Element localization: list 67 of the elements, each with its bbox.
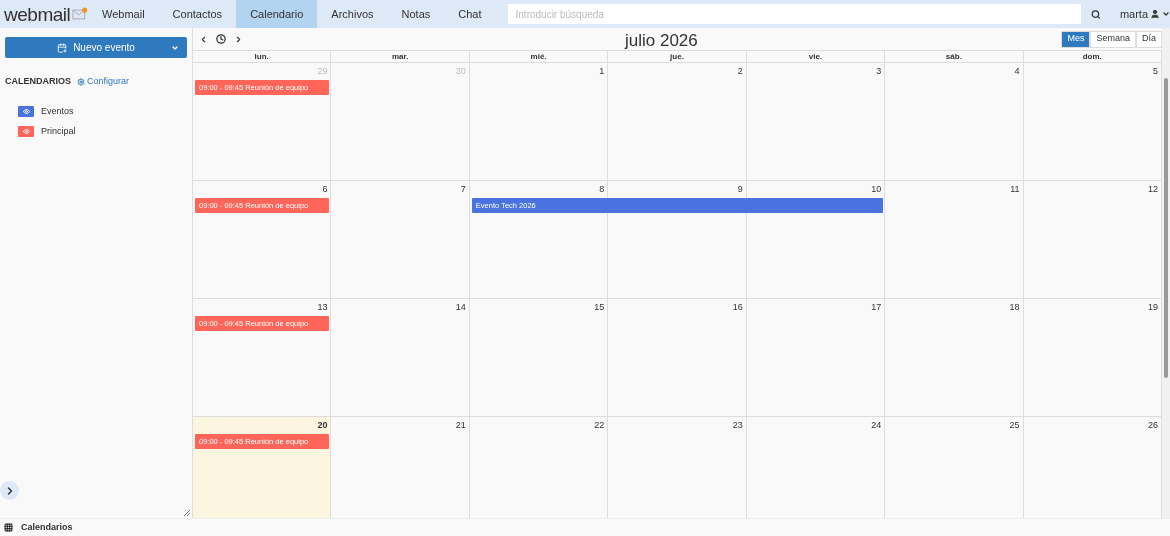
day-number: 18: [1009, 300, 1021, 314]
next-month-icon[interactable]: [234, 34, 243, 44]
today-clock-icon[interactable]: [216, 34, 226, 44]
previous-month-icon[interactable]: [199, 34, 208, 44]
day-number: 1: [599, 64, 606, 78]
weekday-header: mié.: [469, 51, 609, 62]
day-number: 23: [732, 418, 744, 432]
day-number: 24: [871, 418, 883, 432]
day-number: 9: [737, 182, 744, 196]
day-number: 26: [1148, 418, 1159, 432]
day-number: 6: [322, 182, 329, 196]
weekday-header: lun.: [193, 51, 332, 62]
day-number: 29: [317, 64, 329, 78]
day-number: 3: [876, 64, 883, 78]
day-number: 12: [1148, 182, 1159, 196]
visibility-toggle-icon[interactable]: [18, 106, 34, 117]
day-number: 8: [599, 182, 606, 196]
view-tab[interactable]: Día: [1136, 30, 1162, 48]
search-icon[interactable]: [1091, 8, 1101, 20]
weekday-header: jue.: [608, 51, 747, 62]
day-number: 2: [737, 64, 744, 78]
scrollbar[interactable]: [1162, 28, 1170, 518]
day-number: 15: [594, 300, 606, 314]
nav-tab[interactable]: Contactos: [158, 0, 237, 28]
weekday-header: mar.: [331, 51, 470, 62]
new-event-button[interactable]: Nuevo evento: [5, 37, 187, 58]
month-title: julio 2026: [625, 30, 698, 52]
calendars-heading: CALENDARIOS: [5, 75, 71, 88]
expand-button[interactable]: [0, 481, 19, 500]
resize-handle-icon[interactable]: [184, 510, 190, 516]
day-number: 21: [455, 418, 467, 432]
search-field[interactable]: Introducir búsqueda: [507, 4, 1082, 24]
day-number: 22: [594, 418, 606, 432]
day-number: 16: [732, 300, 744, 314]
day-number: 17: [871, 300, 883, 314]
user-menu-button[interactable]: marta: [1119, 5, 1170, 23]
calendar-list-item[interactable]: Eventos: [18, 103, 187, 120]
day-number: 14: [455, 300, 467, 314]
configure-link[interactable]: Configurar: [77, 75, 130, 89]
nav-tab[interactable]: Chat: [444, 0, 496, 28]
visibility-toggle-icon[interactable]: [18, 126, 34, 137]
nav-tab[interactable]: Calendario: [236, 0, 318, 28]
calendar-list-item[interactable]: Principal: [18, 123, 187, 140]
day-number: 25: [1009, 418, 1021, 432]
calendar-plus-icon: [57, 42, 68, 53]
grid-icon[interactable]: [4, 523, 13, 532]
nav-tab[interactable]: Notas: [387, 0, 445, 28]
day-number: 11: [1010, 182, 1021, 196]
view-tab[interactable]: Semana: [1090, 30, 1136, 48]
nav-tab[interactable]: Webmail: [88, 0, 159, 28]
day-number: 13: [317, 300, 329, 314]
status-label: Calendarios: [21, 520, 73, 534]
day-number: 19: [1148, 300, 1159, 314]
weekday-header: sáb.: [885, 51, 1024, 62]
view-tab[interactable]: Mes: [1061, 30, 1091, 48]
day-number: 7: [460, 182, 467, 196]
day-number: 4: [1014, 64, 1021, 78]
logo-text: webmail: [4, 4, 71, 24]
day-number: 20: [317, 418, 329, 432]
weekday-header: vie.: [746, 51, 886, 62]
settings-icon: [77, 77, 85, 86]
day-number: 5: [1153, 64, 1159, 78]
envelope-logo-icon: [72, 7, 88, 21]
caret-icon: [1162, 10, 1170, 18]
day-number: 10: [871, 182, 883, 196]
nav-tab[interactable]: Archivos: [317, 0, 388, 28]
user-icon: [1150, 9, 1160, 19]
